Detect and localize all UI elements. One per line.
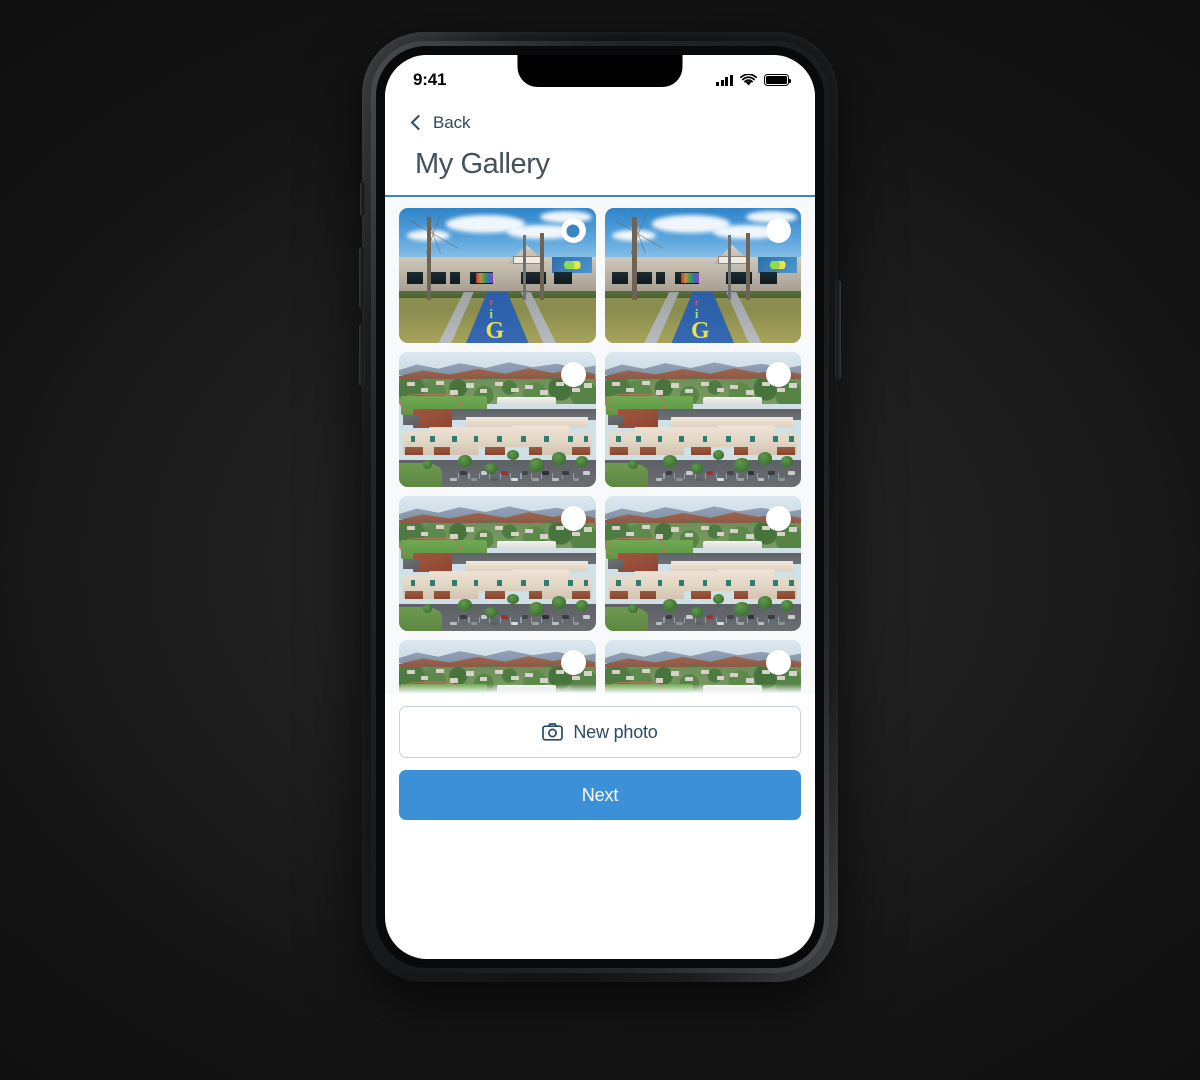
power-button[interactable] (835, 280, 841, 380)
cellular-signal-icon (716, 74, 733, 86)
battery-full-icon (764, 74, 792, 86)
photo-radio-unselected[interactable] (560, 362, 586, 388)
photo-radio-unselected[interactable] (560, 650, 586, 676)
new-photo-button[interactable]: New photo (399, 706, 801, 759)
photo-thumbnail[interactable] (604, 640, 801, 695)
back-button-label: Back (433, 113, 471, 132)
page-header: Back My Gallery (385, 101, 815, 198)
camera-icon (542, 723, 564, 742)
action-footer: New photo Next (385, 694, 815, 821)
new-photo-label: New photo (573, 721, 658, 742)
photo-radio-selected[interactable] (560, 218, 586, 244)
screenshot-stage: 9:41 Back My Gallery r i G r i G New pho… (0, 0, 1200, 1080)
back-button[interactable]: Back (385, 107, 471, 139)
photo-thumbnail[interactable] (399, 496, 596, 632)
notch (517, 55, 683, 87)
mute-switch-button[interactable] (360, 182, 365, 216)
page-title: My Gallery (415, 148, 550, 180)
photo-thumbnail[interactable] (399, 352, 596, 488)
status-bar-time: 9:41 (413, 70, 447, 89)
photo-gallery[interactable]: riGriG (385, 197, 815, 695)
status-bar-icons (716, 74, 792, 86)
photo-thumbnail[interactable] (604, 352, 801, 488)
volume-down-button[interactable] (359, 324, 365, 386)
phone-screen: 9:41 Back My Gallery r i G r i G New pho… (385, 55, 815, 959)
photo-radio-unselected[interactable] (560, 506, 586, 532)
volume-up-button[interactable] (359, 247, 365, 309)
phone-frame: 9:41 Back My Gallery r i G r i G New pho… (359, 32, 841, 982)
wifi-icon (740, 74, 757, 86)
chevron-left-icon (410, 114, 427, 131)
photo-thumbnail[interactable] (399, 640, 596, 695)
photo-thumbnail[interactable]: riG (399, 208, 596, 344)
photo-thumbnail[interactable] (604, 496, 801, 632)
next-button[interactable]: Next (399, 770, 801, 821)
photo-thumbnail[interactable]: riG (604, 208, 801, 344)
photo-grid: riGriG (399, 208, 801, 695)
next-button-label: Next (581, 784, 619, 805)
